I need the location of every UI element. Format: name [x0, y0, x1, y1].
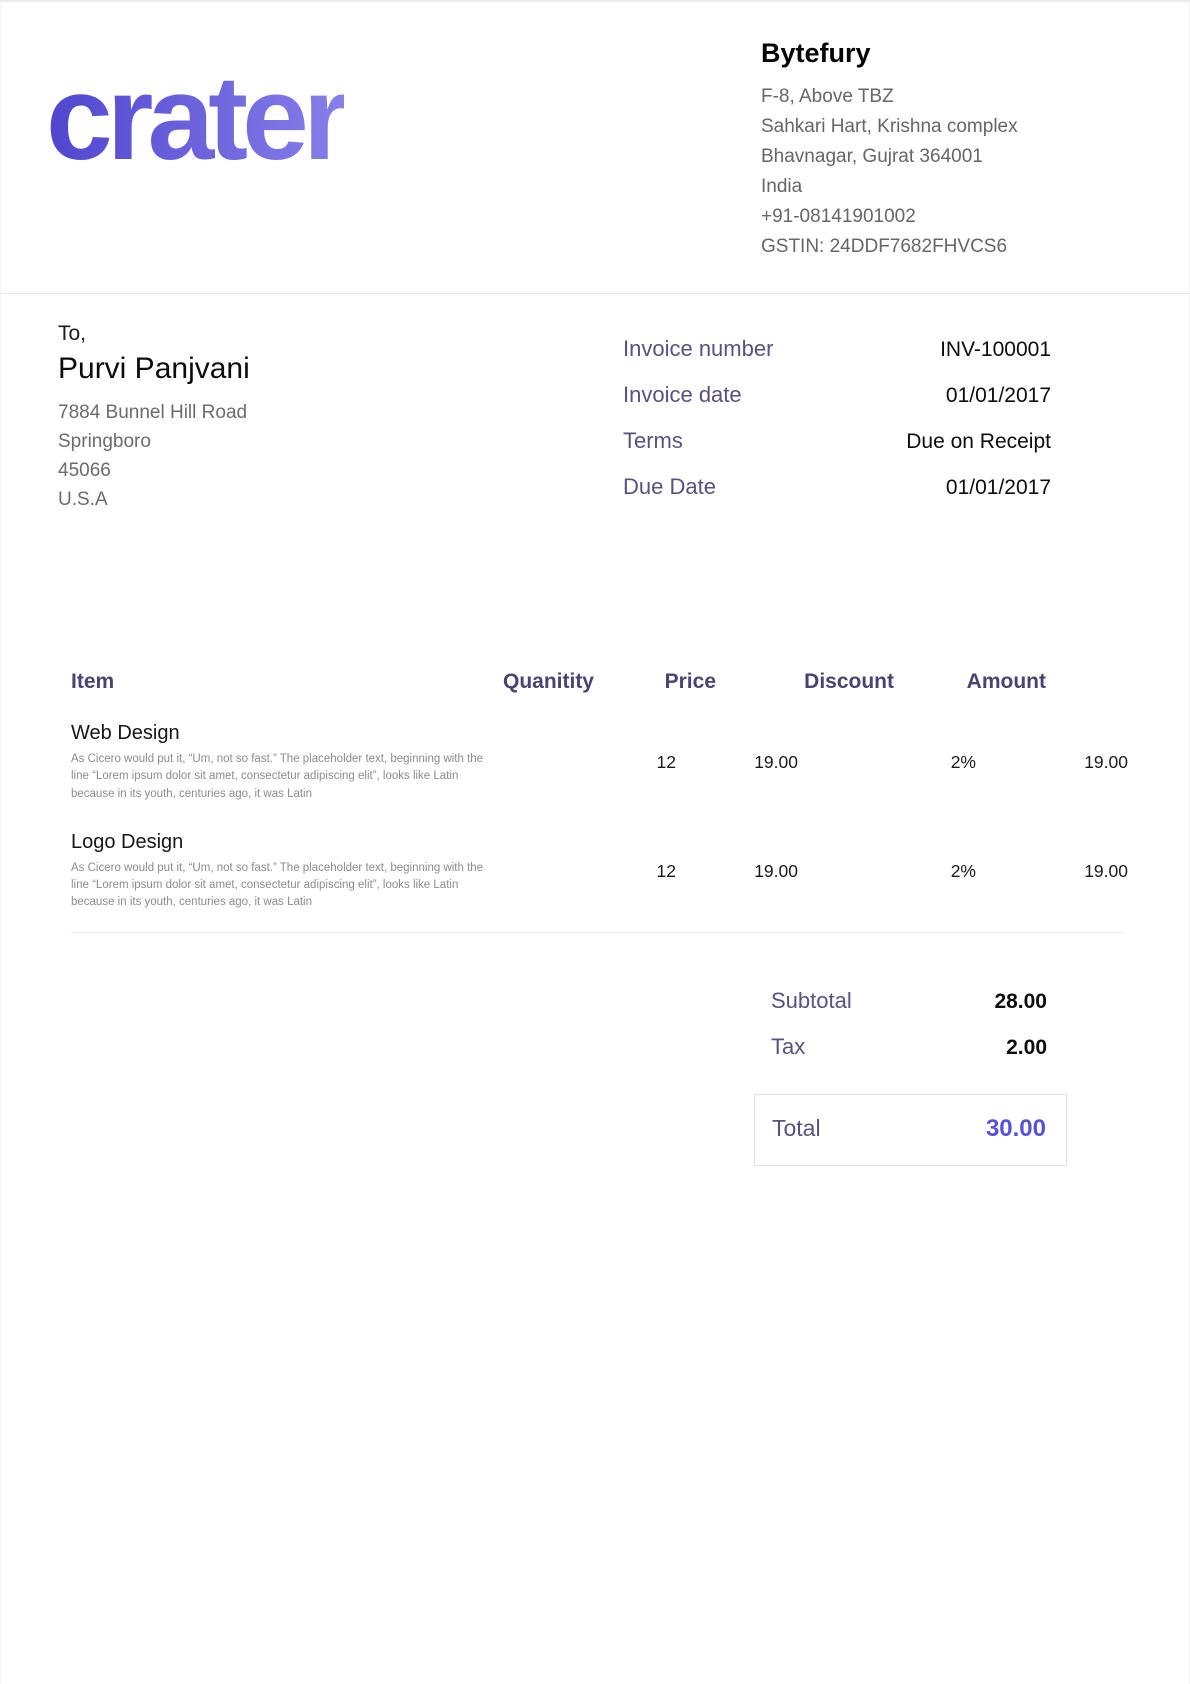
items-table-header: Item Quanitity Price Discount Amount: [71, 670, 1124, 694]
item-discount: 2%: [798, 722, 976, 803]
item-quantity: 12: [496, 831, 676, 912]
items-divider: [71, 932, 1124, 933]
item-description: As Cicero would put it, “Um, not so fast…: [71, 860, 496, 912]
invoice-date-row: Invoice date 01/01/2017: [623, 382, 1051, 408]
items-table: Item Quanitity Price Discount Amount Web…: [71, 670, 1124, 933]
invoice-date-label: Invoice date: [623, 382, 742, 408]
item-cell: Logo Design As Cicero would put it, “Um,…: [71, 831, 496, 912]
bill-to-block: To, Purvi Panjvani 7884 Bunnel Hill Road…: [58, 322, 250, 520]
invoice-number-row: Invoice number INV-100001: [623, 336, 1051, 362]
customer-address-line: 7884 Bunnel Hill Road: [58, 398, 250, 427]
company-phone: +91-08141901002: [761, 202, 1061, 232]
tax-row: Tax 2.00: [754, 1034, 1067, 1060]
column-header-discount: Discount: [716, 670, 894, 694]
invoice-page: crater Bytefury F-8, Above TBZ Sahkari H…: [0, 0, 1190, 1684]
item-cell: Web Design As Cicero would put it, “Um, …: [71, 722, 496, 803]
customer-address-line: 45066: [58, 456, 250, 485]
customer-address-line: U.S.A: [58, 485, 250, 514]
tax-value: 2.00: [1006, 1036, 1047, 1060]
bill-to-label: To,: [58, 322, 250, 346]
invoice-meta: Invoice number INV-100001 Invoice date 0…: [623, 336, 1051, 520]
subtotal-row: Subtotal 28.00: [754, 988, 1067, 1014]
due-date-label: Due Date: [623, 474, 716, 500]
item-price: 19.00: [676, 831, 798, 912]
invoice-number-value: INV-100001: [940, 338, 1051, 362]
column-header-quantity: Quanitity: [414, 670, 594, 694]
subtotal-value: 28.00: [994, 990, 1047, 1014]
subtotal-label: Subtotal: [771, 988, 852, 1014]
column-header-price: Price: [594, 670, 716, 694]
item-row: Logo Design As Cicero would put it, “Um,…: [71, 831, 1124, 912]
company-address-line: Bhavnagar, Gujrat 364001: [761, 142, 1061, 172]
billing-section: To, Purvi Panjvani 7884 Bunnel Hill Road…: [1, 294, 1189, 520]
company-address-line: India: [761, 172, 1061, 202]
total-label: Total: [772, 1115, 821, 1142]
total-value: 30.00: [986, 1115, 1046, 1143]
column-header-amount: Amount: [894, 670, 1046, 694]
item-name: Logo Design: [71, 831, 496, 854]
tax-label: Tax: [771, 1034, 805, 1060]
item-quantity: 12: [496, 722, 676, 803]
customer-name: Purvi Panjvani: [58, 352, 250, 386]
totals-section: Subtotal 28.00 Tax 2.00 Total 30.00: [754, 988, 1067, 1166]
invoice-number-label: Invoice number: [623, 336, 773, 362]
terms-row: Terms Due on Receipt: [623, 428, 1051, 454]
due-date-row: Due Date 01/01/2017: [623, 474, 1051, 500]
due-date-value: 01/01/2017: [946, 476, 1051, 500]
item-description: As Cicero would put it, “Um, not so fast…: [71, 751, 496, 803]
invoice-header: crater Bytefury F-8, Above TBZ Sahkari H…: [1, 2, 1189, 294]
item-row: Web Design As Cicero would put it, “Um, …: [71, 722, 1124, 803]
terms-value: Due on Receipt: [906, 430, 1051, 454]
terms-label: Terms: [623, 428, 683, 454]
item-name: Web Design: [71, 722, 496, 745]
invoice-date-value: 01/01/2017: [946, 384, 1051, 408]
company-address-line: Sahkari Hart, Krishna complex: [761, 112, 1061, 142]
company-info: Bytefury F-8, Above TBZ Sahkari Hart, Kr…: [761, 38, 1061, 262]
item-price: 19.00: [676, 722, 798, 803]
company-name: Bytefury: [761, 38, 1061, 69]
customer-address-line: Springboro: [58, 427, 250, 456]
item-amount: 19.00: [976, 831, 1128, 912]
item-amount: 19.00: [976, 722, 1128, 803]
crater-logo: crater: [46, 58, 344, 178]
company-address-line: F-8, Above TBZ: [761, 82, 1061, 112]
company-gstin: GSTIN: 24DDF7682FHVCS6: [761, 232, 1061, 262]
column-header-item: Item: [71, 670, 414, 694]
total-box: Total 30.00: [754, 1094, 1067, 1166]
item-discount: 2%: [798, 831, 976, 912]
